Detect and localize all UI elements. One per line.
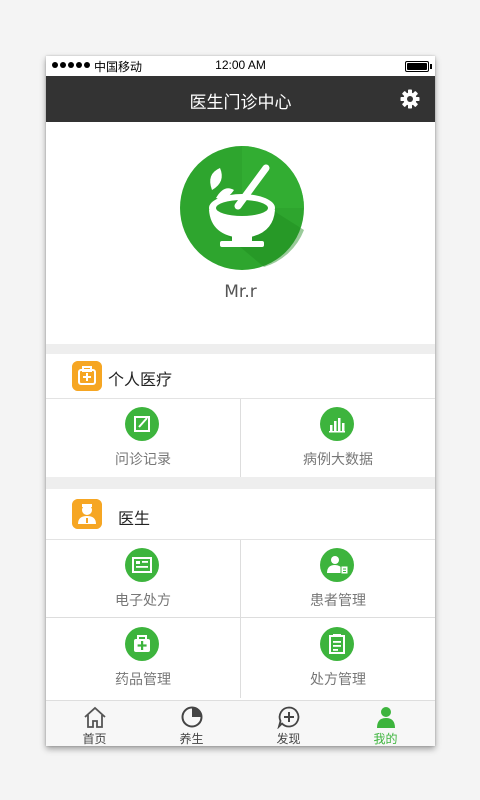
edit-record-icon (125, 407, 159, 441)
grid-item-label: 病例大数据 (303, 452, 373, 468)
section-divider (46, 477, 435, 489)
tab-home[interactable]: 首页 (46, 701, 143, 746)
settings-gear-icon[interactable] (400, 89, 420, 109)
medical-kit-icon (72, 361, 102, 391)
grid-item-label: 问诊记录 (115, 452, 171, 468)
grid-item-label: 药品管理 (115, 672, 171, 688)
status-bar: 中国移动 12:00 AM (46, 56, 435, 76)
nav-bar: 医生门诊中心 (46, 76, 435, 122)
section-title: 医生 (118, 509, 151, 528)
grid-divider (46, 617, 435, 618)
tab-label: 首页 (82, 732, 107, 746)
tab-discover[interactable]: 发现 (240, 701, 337, 746)
tab-label: 我的 (373, 732, 398, 746)
user-icon (377, 707, 395, 728)
grid-divider (240, 540, 241, 698)
grid-item-patient-management[interactable]: 患者管理 (241, 540, 435, 616)
clock: 12:00 AM (215, 58, 266, 72)
section-header-doctor: 医生 (46, 489, 435, 540)
personal-grid: 问诊记录 病例大数据 (46, 399, 435, 477)
tab-health[interactable]: 养生 (143, 701, 240, 746)
section-title: 个人医疗 (108, 370, 173, 389)
doctor-icon (72, 499, 102, 529)
avatar-mortar-icon[interactable] (180, 146, 304, 270)
bar-chart-icon (320, 407, 354, 441)
user-name: Mr.r (224, 282, 257, 302)
patient-icon (320, 548, 354, 582)
clipboard-icon (320, 627, 354, 661)
doctor-grid: 电子处方 患者管理 药品管理 处方管理 (46, 540, 435, 698)
prescription-list-icon (125, 548, 159, 582)
section-header-personal: 个人医疗 (46, 354, 435, 399)
battery-icon (405, 61, 432, 72)
circle-progress-icon (181, 706, 203, 728)
grid-item-prescription-management[interactable]: 处方管理 (241, 619, 435, 695)
discover-icon (277, 706, 300, 729)
grid-item-consult-records[interactable]: 问诊记录 (46, 399, 240, 475)
tab-bar: 首页 养生 发现 我的 (46, 700, 435, 746)
tab-label: 发现 (276, 732, 301, 746)
tab-mine[interactable]: 我的 (337, 701, 434, 746)
grid-divider (240, 399, 241, 477)
grid-item-label: 处方管理 (310, 672, 366, 688)
grid-item-medicine-management[interactable]: 药品管理 (46, 619, 240, 695)
grid-item-case-big-data[interactable]: 病例大数据 (241, 399, 435, 475)
grid-item-e-prescription[interactable]: 电子处方 (46, 540, 240, 616)
profile-card: Mr.r (46, 122, 435, 344)
medicine-box-icon (125, 627, 159, 661)
section-divider (46, 344, 435, 354)
grid-item-label: 患者管理 (310, 593, 366, 609)
phone-screen: 中国移动 12:00 AM 医生门诊中心 Mr.r 个人医疗 问诊记录 病例大数… (46, 56, 435, 746)
grid-item-label: 电子处方 (115, 593, 171, 609)
tab-label: 养生 (179, 732, 204, 746)
home-icon (84, 706, 106, 728)
page-title: 医生门诊中心 (189, 93, 292, 113)
